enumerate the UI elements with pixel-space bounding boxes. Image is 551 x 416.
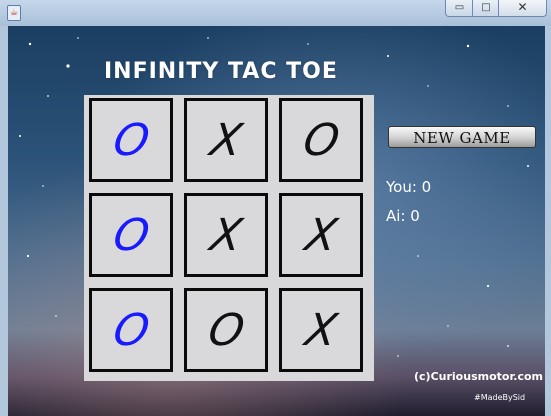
cell-mark: O	[204, 305, 248, 356]
copyright-credit: (c)Curiousmotor.com	[414, 370, 544, 383]
cell-mark: X	[301, 210, 341, 261]
minimize-button[interactable]: ▭	[445, 0, 474, 17]
java-icon: ☕	[7, 5, 21, 21]
board-cell-r2-c2[interactable]: X	[279, 288, 363, 372]
close-button[interactable]: ✕	[498, 0, 547, 17]
cell-mark: X	[301, 305, 341, 356]
tic-tac-toe-board: O X O O X X O O X	[84, 95, 374, 381]
board-cell-r0-c2[interactable]: O	[279, 98, 363, 182]
player-score: You: 0	[386, 178, 432, 196]
board-cell-r0-c0[interactable]: O	[89, 98, 173, 182]
cell-mark: O	[109, 115, 153, 166]
board-cell-r0-c1[interactable]: X	[184, 98, 268, 182]
board-cell-r2-c0[interactable]: O	[89, 288, 173, 372]
cell-mark: O	[109, 305, 153, 356]
window-titlebar: ☕ ▭ □ ✕	[0, 0, 551, 26]
maximize-button[interactable]: □	[472, 0, 500, 17]
new-game-button[interactable]: NEW GAME	[388, 126, 536, 148]
window-border-right	[545, 26, 551, 416]
board-cell-r1-c1[interactable]: X	[184, 193, 268, 277]
cell-mark: O	[299, 115, 343, 166]
ai-score: Ai: 0	[386, 207, 420, 225]
game-title: INFINITY TAC TOE	[104, 59, 338, 84]
cell-mark: X	[206, 115, 246, 166]
board-cell-r1-c0[interactable]: O	[89, 193, 173, 277]
cell-mark: O	[109, 210, 153, 261]
game-canvas: INFINITY TAC TOE O X O O X X O O X NEW G…	[8, 26, 545, 416]
window-border-left	[0, 26, 8, 416]
board-cell-r1-c2[interactable]: X	[279, 193, 363, 277]
made-by-tag: #MadeBySid	[474, 393, 526, 402]
board-cell-r2-c1[interactable]: O	[184, 288, 268, 372]
cell-mark: X	[206, 210, 246, 261]
